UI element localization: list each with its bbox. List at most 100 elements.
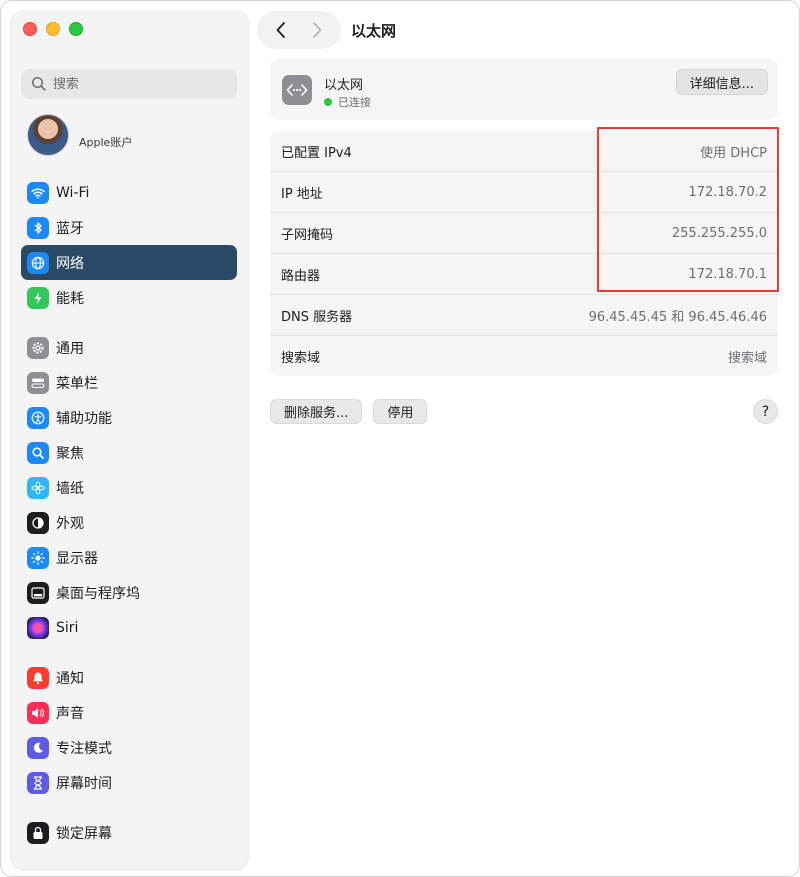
- dock-icon: [27, 581, 49, 604]
- sidebar: Apple账户 Wi-Fi 蓝牙 网络: [11, 11, 248, 869]
- sidebar-item-desktop-dock[interactable]: 桌面与程序坞: [21, 575, 237, 610]
- row-label: IP 地址: [281, 186, 323, 202]
- row-value: 172.18.70.1: [688, 266, 767, 282]
- sidebar-item-label: 屏幕时间: [56, 775, 112, 792]
- sidebar-item-label: 蓝牙: [56, 220, 84, 237]
- connection-header: 以太网 已连接 详细信息...: [270, 58, 778, 120]
- bluetooth-icon: [27, 216, 49, 239]
- sidebar-item-label: 辅助功能: [56, 410, 112, 427]
- help-button[interactable]: ?: [753, 399, 778, 424]
- sidebar-item-focus[interactable]: 专注模式: [21, 730, 237, 765]
- row-label: 路由器: [281, 268, 321, 284]
- row-value: 96.45.45.45 和 96.45.46.46: [588, 309, 767, 325]
- sidebar-item-screen-time[interactable]: 屏幕时间: [21, 765, 237, 800]
- spotlight-icon: [27, 441, 49, 464]
- row-label: 搜索域: [281, 351, 321, 366]
- info-row-subnet-mask: 子网掩码 255.255.255.0: [270, 213, 778, 254]
- chevron-left-icon: [276, 22, 285, 38]
- info-row-ip-address: IP 地址 172.18.70.2: [270, 172, 778, 213]
- menubar-icon: [27, 371, 49, 394]
- siri-icon: [27, 616, 49, 639]
- sidebar-item-wallpaper[interactable]: 墙纸: [21, 470, 237, 505]
- info-row-search-domains: 搜索域 搜索域: [270, 336, 778, 377]
- sidebar-item-label: 网络: [56, 255, 84, 272]
- accessibility-icon: [27, 406, 49, 429]
- display-brightness-icon: [27, 546, 49, 569]
- appearance-icon: [27, 511, 49, 534]
- sidebar-item-label: 墙纸: [56, 480, 84, 497]
- sidebar-item-label: 菜单栏: [56, 375, 98, 392]
- sidebar-item-label: Wi-Fi: [56, 184, 90, 201]
- sidebar-nav: Wi-Fi 蓝牙 网络 能耗 通用 菜单栏 辅助功能 聚焦 墙纸 外观 显示器 …: [21, 175, 237, 850]
- sidebar-separator: [21, 800, 237, 815]
- sidebar-item-siri[interactable]: Siri: [21, 610, 237, 645]
- status-text: 已连接: [338, 96, 371, 109]
- search-input[interactable]: [53, 76, 223, 92]
- disable-button[interactable]: 停用: [373, 399, 428, 424]
- sidebar-item-label: 能耗: [56, 290, 84, 307]
- sidebar-item-sound[interactable]: 声音: [21, 695, 237, 730]
- sidebar-item-notifications[interactable]: 通知: [21, 660, 237, 695]
- info-row-ipv4-config: 已配置 IPv4 使用 DHCP: [270, 131, 778, 172]
- connection-status: 已连接: [324, 94, 371, 110]
- chevron-right-icon: [313, 22, 322, 38]
- ethernet-icon: [282, 75, 312, 105]
- wallpaper-flower-icon: [27, 476, 49, 499]
- sidebar-item-label: 外观: [56, 515, 84, 532]
- toolbar: 以太网: [257, 11, 396, 49]
- sidebar-item-label: 桌面与程序坞: [56, 585, 140, 602]
- sidebar-item-label: 通知: [56, 670, 84, 687]
- search-icon: [31, 76, 46, 91]
- sidebar-item-lock-screen[interactable]: 锁定屏幕: [21, 815, 237, 850]
- sidebar-item-wifi[interactable]: Wi-Fi: [21, 175, 237, 210]
- speaker-icon: [27, 701, 49, 724]
- row-value: 172.18.70.2: [688, 184, 767, 200]
- sidebar-separator: [21, 645, 237, 660]
- sidebar-item-label: 声音: [56, 705, 84, 722]
- row-label: 子网掩码: [281, 227, 334, 243]
- moon-icon: [27, 736, 49, 759]
- forward-button[interactable]: [302, 15, 332, 45]
- network-globe-icon: [27, 251, 49, 274]
- status-connected-dot: [324, 98, 332, 106]
- apple-account[interactable]: Apple账户: [27, 114, 132, 156]
- avatar: [27, 114, 69, 156]
- settings-window: Apple账户 Wi-Fi 蓝牙 网络: [0, 0, 800, 877]
- row-value: 使用 DHCP: [700, 145, 767, 161]
- row-value: 搜索域: [727, 351, 767, 366]
- sidebar-item-general[interactable]: 通用: [21, 330, 237, 365]
- info-row-dns-servers: DNS 服务器 96.45.45.45 和 96.45.46.46: [270, 295, 778, 336]
- sidebar-item-label: 聚焦: [56, 445, 84, 462]
- sidebar-item-displays[interactable]: 显示器: [21, 540, 237, 575]
- sidebar-item-spotlight[interactable]: 聚焦: [21, 435, 237, 470]
- battery-bolt-icon: [27, 286, 49, 309]
- account-label: Apple账户: [79, 136, 133, 149]
- sidebar-item-accessibility[interactable]: 辅助功能: [21, 400, 237, 435]
- minimize-window-button[interactable]: [46, 22, 60, 36]
- sidebar-item-network[interactable]: 网络: [21, 245, 237, 280]
- connection-name: 以太网: [324, 78, 364, 93]
- sidebar-item-label: 专注模式: [56, 740, 112, 757]
- sidebar-item-energy[interactable]: 能耗: [21, 280, 237, 315]
- zoom-window-button[interactable]: [69, 22, 83, 36]
- gear-icon: [27, 336, 49, 359]
- sidebar-item-bluetooth[interactable]: 蓝牙: [21, 210, 237, 245]
- row-label: 已配置 IPv4: [281, 145, 352, 161]
- navigation-buttons: [257, 11, 341, 49]
- sidebar-item-appearance[interactable]: 外观: [21, 505, 237, 540]
- remove-service-button[interactable]: 删除服务...: [270, 399, 363, 424]
- row-value: 255.255.255.0: [671, 225, 767, 241]
- sidebar-item-label: 锁定屏幕: [56, 825, 112, 842]
- hourglass-icon: [27, 771, 49, 794]
- search-field[interactable]: [21, 69, 237, 99]
- sidebar-item-menubar[interactable]: 菜单栏: [21, 365, 237, 400]
- close-window-button[interactable]: [23, 22, 37, 36]
- info-row-router: 路由器 172.18.70.1: [270, 254, 778, 295]
- action-buttons: 删除服务... 停用: [270, 399, 428, 424]
- network-info-table: 已配置 IPv4 使用 DHCP IP 地址 172.18.70.2 子网掩码 …: [270, 131, 778, 376]
- details-button[interactable]: 详细信息...: [675, 69, 768, 95]
- sidebar-separator: [21, 315, 237, 330]
- back-button[interactable]: [266, 15, 296, 45]
- page-title: 以太网: [351, 21, 397, 40]
- sidebar-item-label: 显示器: [56, 550, 98, 567]
